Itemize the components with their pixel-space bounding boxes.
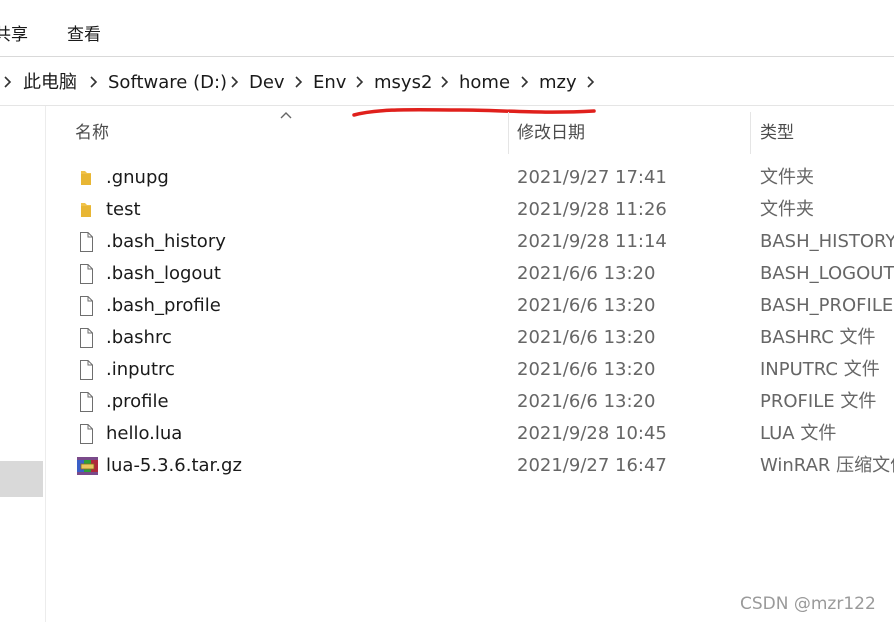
chevron-right-icon[interactable] <box>519 74 531 90</box>
sort-ascending-icon <box>280 112 292 119</box>
file-type: PROFILE 文件 <box>760 391 877 412</box>
file-icon <box>76 391 96 413</box>
file-icon <box>76 423 96 445</box>
file-row[interactable]: .bashrc 2021/6/6 13:20 BASHRC 文件 <box>72 322 894 354</box>
file-type: BASH_PROFILE 文 <box>760 295 894 316</box>
breadcrumb-software-drive[interactable]: Software (D:) <box>108 72 227 94</box>
navigation-pane[interactable] <box>0 106 46 622</box>
file-row[interactable]: .bash_logout 2021/6/6 13:20 BASH_LOGOUT <box>72 258 894 290</box>
navigation-pane-border[interactable] <box>45 106 46 622</box>
file-name: .bashrc <box>106 327 172 348</box>
file-name: .bash_logout <box>106 263 221 284</box>
file-row[interactable]: .bash_history 2021/9/28 11:14 BASH_HISTO… <box>72 226 894 258</box>
file-type: 文件夹 <box>760 199 814 220</box>
breadcrumb-msys2[interactable]: msys2 <box>374 72 432 94</box>
file-date-modified: 2021/6/6 13:20 <box>517 359 656 380</box>
file-date-modified: 2021/9/27 17:41 <box>517 167 667 188</box>
file-type: BASHRC 文件 <box>760 327 876 348</box>
file-name: test <box>106 199 141 220</box>
column-divider[interactable] <box>750 112 751 154</box>
file-icon <box>76 295 96 317</box>
file-type: INPUTRC 文件 <box>760 359 880 380</box>
winrar-archive-icon <box>76 455 98 477</box>
file-date-modified: 2021/9/28 10:45 <box>517 423 667 444</box>
file-row[interactable]: test 2021/9/28 11:26 文件夹 <box>72 194 894 226</box>
chevron-right-icon[interactable] <box>585 74 597 90</box>
breadcrumb-dev[interactable]: Dev <box>249 72 285 94</box>
chevron-right-icon[interactable] <box>439 74 451 90</box>
red-underline-annotation <box>352 107 596 117</box>
chevron-right-icon[interactable] <box>354 74 366 90</box>
column-header-type[interactable]: 类型 <box>760 122 794 144</box>
chevron-right-icon[interactable] <box>88 74 100 90</box>
file-row[interactable]: .gnupg 2021/9/27 17:41 文件夹 <box>72 162 894 194</box>
nav-selected-item[interactable] <box>0 461 43 497</box>
chevron-right-icon[interactable] <box>2 74 14 90</box>
file-date-modified: 2021/6/6 13:20 <box>517 263 656 284</box>
breadcrumb-env[interactable]: Env <box>313 72 346 94</box>
column-header-date-modified[interactable]: 修改日期 <box>517 122 585 144</box>
chevron-right-icon[interactable] <box>229 74 241 90</box>
chevron-right-icon[interactable] <box>293 74 305 90</box>
file-date-modified: 2021/6/6 13:20 <box>517 391 656 412</box>
ribbon: 共享 查看 <box>0 0 894 56</box>
file-name: .bash_history <box>106 231 226 252</box>
folder-icon <box>76 167 96 189</box>
file-row[interactable]: hello.lua 2021/9/28 10:45 LUA 文件 <box>72 418 894 450</box>
file-row[interactable]: .inputrc 2021/6/6 13:20 INPUTRC 文件 <box>72 354 894 386</box>
ribbon-tab-share[interactable]: 共享 <box>0 24 28 46</box>
file-type: BASH_LOGOUT <box>760 263 894 284</box>
file-type: LUA 文件 <box>760 423 837 444</box>
file-date-modified: 2021/9/27 16:47 <box>517 455 667 476</box>
breadcrumb-this-pc[interactable]: 此电脑 <box>23 72 77 94</box>
breadcrumb-mzy[interactable]: mzy <box>539 72 577 94</box>
file-icon <box>76 327 96 349</box>
file-name: .inputrc <box>106 359 175 380</box>
column-divider[interactable] <box>508 112 509 154</box>
file-type: WinRAR 压缩文件 <box>760 455 894 476</box>
file-row[interactable]: .bash_profile 2021/6/6 13:20 BASH_PROFIL… <box>72 290 894 322</box>
file-name: .bash_profile <box>106 295 221 316</box>
file-type: 文件夹 <box>760 167 814 188</box>
file-name: hello.lua <box>106 423 183 444</box>
ribbon-tab-view[interactable]: 查看 <box>67 24 101 46</box>
watermark: CSDN @mzr122 <box>740 594 876 614</box>
file-row[interactable]: .profile 2021/6/6 13:20 PROFILE 文件 <box>72 386 894 418</box>
file-icon <box>76 263 96 285</box>
file-type: BASH_HISTORY <box>760 231 894 252</box>
file-row[interactable]: lua-5.3.6.tar.gz 2021/9/27 16:47 WinRAR … <box>72 450 894 482</box>
file-name: .profile <box>106 391 169 412</box>
file-date-modified: 2021/9/28 11:14 <box>517 231 667 252</box>
file-date-modified: 2021/6/6 13:20 <box>517 295 656 316</box>
folder-icon <box>76 199 96 221</box>
file-name: lua-5.3.6.tar.gz <box>106 455 242 476</box>
address-bar-divider <box>0 105 894 106</box>
file-icon <box>76 231 96 253</box>
breadcrumb-home[interactable]: home <box>459 72 510 94</box>
file-icon <box>76 359 96 381</box>
column-header-name[interactable]: 名称 <box>75 122 109 144</box>
file-date-modified: 2021/9/28 11:26 <box>517 199 667 220</box>
file-date-modified: 2021/6/6 13:20 <box>517 327 656 348</box>
file-name: .gnupg <box>106 167 169 188</box>
